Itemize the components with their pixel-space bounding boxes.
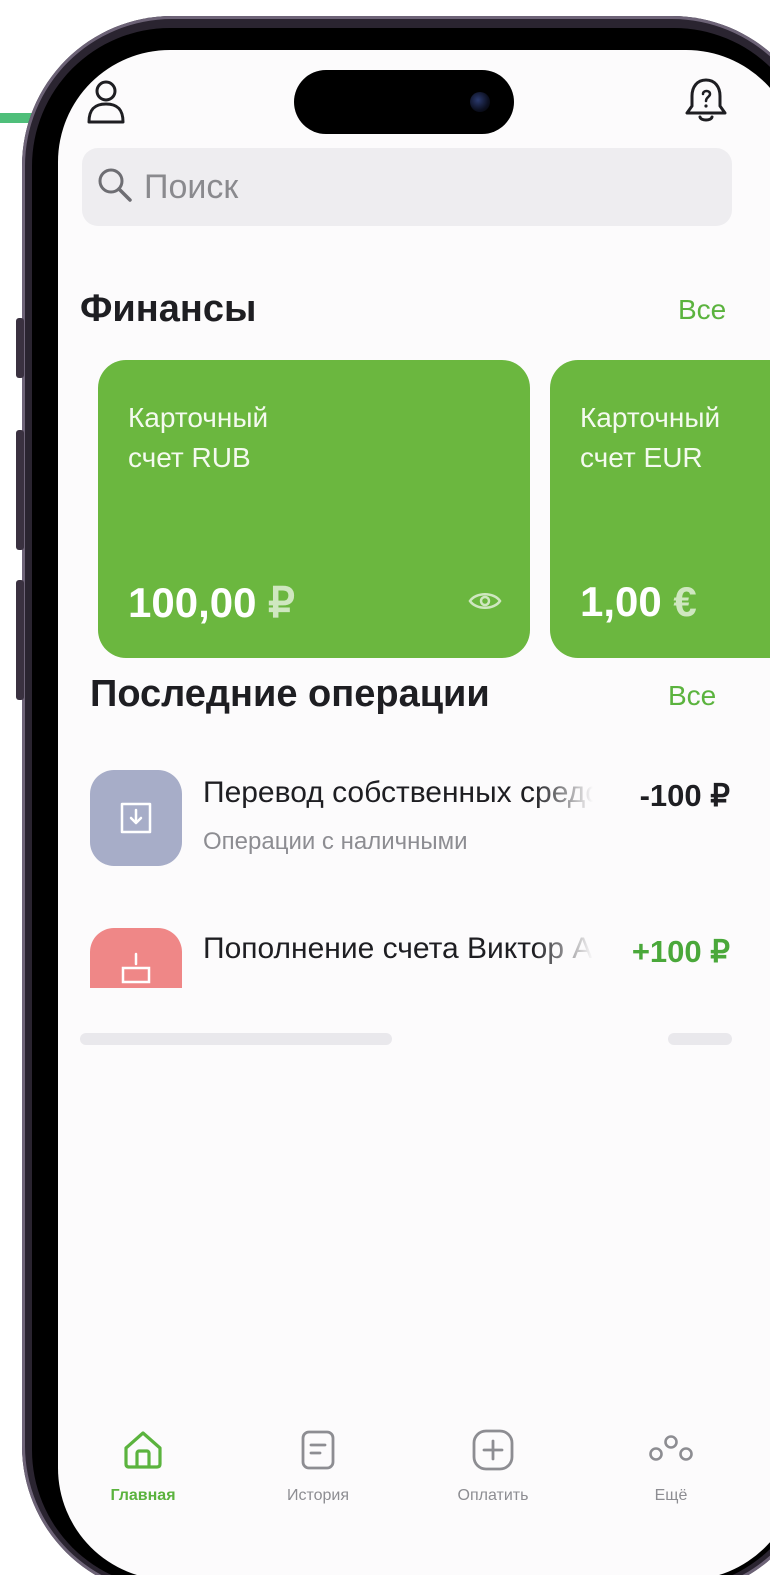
tab-home-label: Главная [110, 1487, 176, 1504]
operation-subtitle: Операции с наличными [203, 828, 468, 855]
account-card-rub[interactable]: Карточный счет RUB 100,00 ₽ [98, 360, 530, 658]
person-icon [85, 79, 127, 130]
tab-history[interactable]: История [258, 1428, 378, 1505]
front-camera [470, 92, 490, 112]
more-icon [647, 1428, 695, 1477]
eye-icon[interactable] [468, 590, 502, 617]
account-card-balance: 1,00 € [580, 578, 697, 626]
deposit-icon [90, 928, 182, 988]
operations-see-all-link[interactable]: Все [668, 680, 716, 712]
side-button-volume-up [16, 430, 24, 550]
notifications-button[interactable] [680, 76, 732, 128]
operation-row[interactable]: Перевод собственных средств Операции с н… [90, 770, 730, 870]
tab-history-label: История [286, 1487, 350, 1504]
horizontal-scroll-indicator-end[interactable] [668, 1033, 732, 1045]
tab-pay[interactable]: Оплатить [433, 1428, 553, 1505]
profile-button[interactable] [82, 78, 130, 130]
horizontal-scroll-indicator[interactable] [80, 1033, 392, 1045]
operation-row[interactable]: Пополнение счета Виктор А. +100 ₽ [90, 928, 730, 988]
operation-title: Перевод собственных средств [203, 776, 593, 809]
account-card-currency: ₽ [268, 579, 295, 626]
tab-more[interactable]: Ещё [611, 1428, 731, 1505]
side-button-silent [16, 318, 24, 378]
account-card-amount: 100,00 [128, 579, 257, 626]
operation-amount: -100 ₽ [639, 778, 730, 813]
operation-title: Пополнение счета Виктор А. [203, 932, 593, 965]
account-card-eur[interactable]: Карточный счет EUR 1,00 € [550, 360, 770, 658]
account-card-currency: € [673, 578, 697, 625]
dynamic-island [294, 70, 514, 134]
side-button-volume-down [16, 580, 24, 700]
tab-more-label: Ещё [654, 1487, 688, 1504]
account-card-balance: 100,00 ₽ [128, 578, 295, 627]
tab-home[interactable]: Главная [83, 1428, 203, 1505]
account-card-amount: 1,00 [580, 578, 662, 625]
tab-pay-label: Оплатить [457, 1487, 529, 1504]
cash-withdraw-icon [90, 770, 182, 866]
operation-amount: +100 ₽ [631, 934, 730, 969]
recent-operations-title: Последние операции [90, 673, 490, 715]
home-icon [121, 1428, 165, 1477]
device-mockup: Поиск Финансы Все Карточный счет RUB 100… [0, 0, 770, 1575]
search-placeholder: Поиск [144, 167, 239, 206]
bottom-tab-bar: Главная История Оплатить Ещё [58, 1428, 770, 1538]
app-screen: Поиск Финансы Все Карточный счет RUB 100… [58, 50, 770, 1575]
pay-plus-icon [471, 1428, 515, 1477]
bell-icon [683, 76, 729, 129]
history-icon [296, 1428, 340, 1477]
account-card-title: Карточный счет EUR [580, 402, 721, 473]
search-icon [96, 166, 134, 209]
finances-title: Финансы [80, 288, 257, 330]
finances-see-all-link[interactable]: Все [678, 294, 726, 326]
search-input[interactable]: Поиск [82, 148, 732, 226]
account-card-title: Карточный счет RUB [128, 402, 269, 473]
